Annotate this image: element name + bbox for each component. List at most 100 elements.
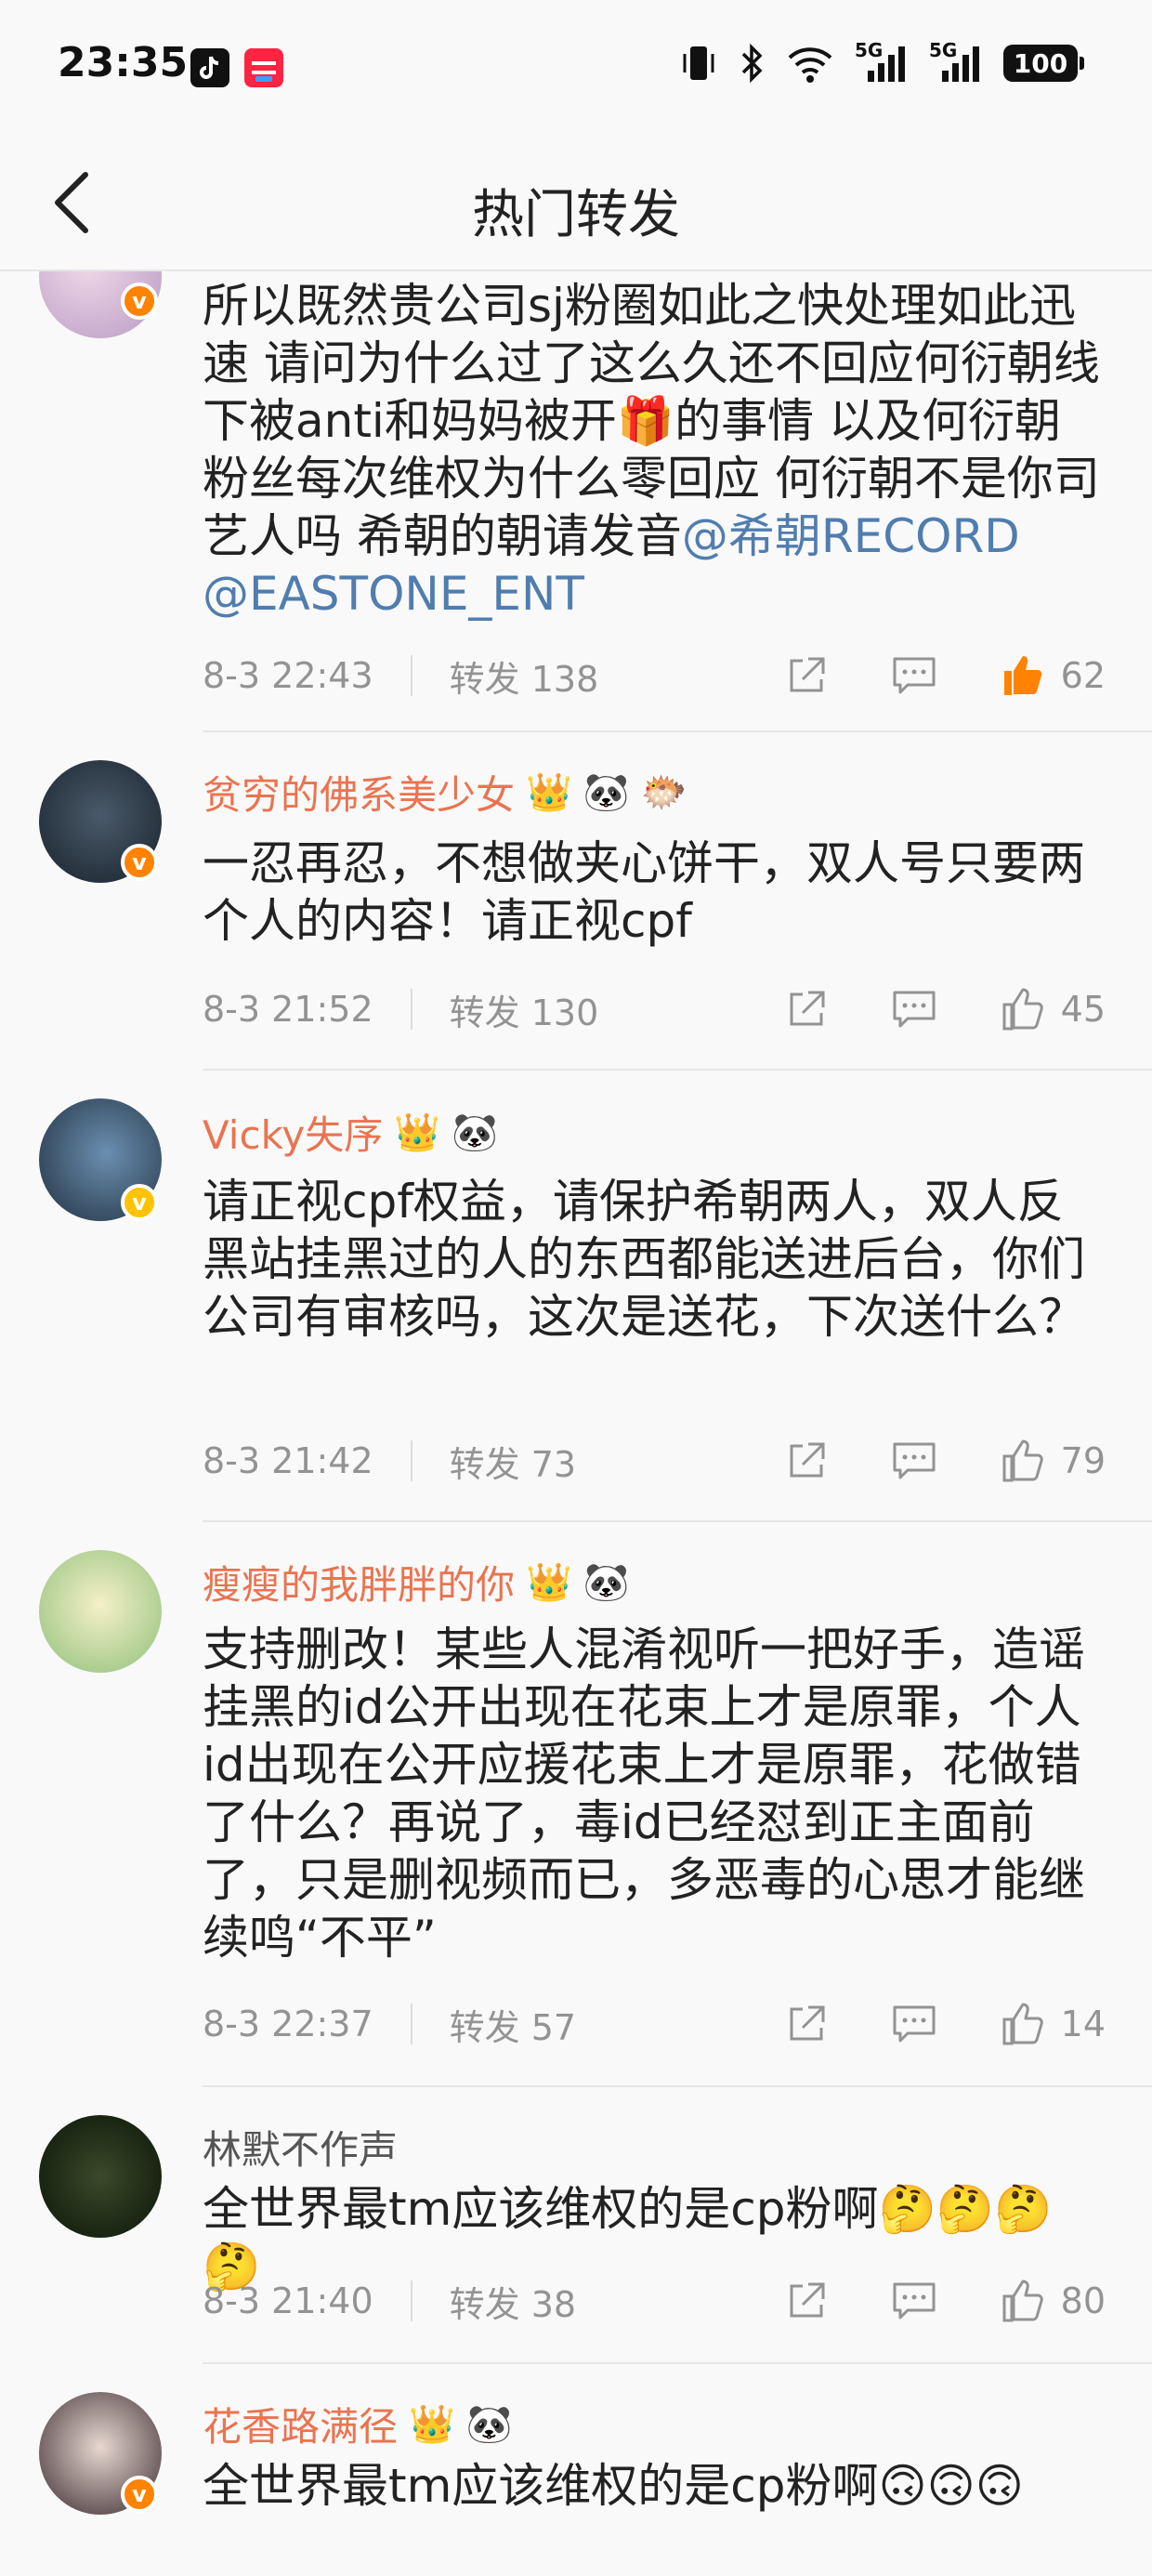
comment-item: 瘦瘦的我胖胖的你 👑 🐼 支持删改！某些人混淆视听一把好手，造谣挂黑的id公开出… [0, 1522, 1152, 2087]
nav-bar: 热门转发 [0, 139, 1152, 271]
comment-item: v 花香路满径 👑 🐼 全世界最tm应该维权的是cp粉啊🙃🙃🙃 [0, 2364, 1152, 2576]
comment-meta: 8-3 22:37 转发 57 14 [203, 1996, 1106, 2052]
thumbs-up-icon [1002, 2003, 1043, 2045]
avatar[interactable] [39, 2115, 162, 2238]
status-bar: 23:35 5G 5G 100 [0, 0, 1152, 139]
comment-actions: 62 [779, 648, 1106, 703]
comment-meta: 8-3 21:42 转发 73 79 [203, 1433, 1106, 1489]
comment-meta: 8-3 22:43 转发 138 62 [203, 648, 1106, 703]
divider [410, 1440, 412, 1481]
comment-item: v Vicky失序 👑 🐼 请正视cpf权益，请保护希朝两人，双人反黑站挂黑过的… [0, 1071, 1152, 1522]
xiaohongshu-icon [244, 48, 283, 87]
comment-actions: 14 [779, 1996, 1106, 2052]
crown-badge-icon: 👑 [526, 770, 572, 814]
panda-badge-icon: 🐼 [465, 2402, 513, 2446]
pufferfish-badge-icon: 🐡 [640, 770, 687, 814]
comment-item: v 贫穷的佛系美少女 👑 🐼 🐡 一忍再忍，不想做夹心饼干，双人号只要两个人的内… [0, 732, 1152, 1071]
comment-actions: 45 [779, 981, 1106, 1037]
share-icon [790, 2282, 825, 2318]
repost-count[interactable]: 转发 38 [450, 2276, 576, 2327]
comment-date: 8-3 21:42 [203, 1440, 373, 1481]
username[interactable]: 林默不作声 [203, 2119, 398, 2175]
cell-signal-2-icon: 5G [929, 39, 983, 84]
tiktok-icon [190, 48, 229, 87]
battery-indicator: 100 [1003, 45, 1084, 82]
like-count: 45 [1060, 989, 1106, 1030]
comment-actions: 80 [779, 2273, 1106, 2329]
comment-text: 全世界最tm应该维权的是cp粉啊🙃🙃🙃 [203, 2459, 1024, 2513]
like-button[interactable] [994, 1996, 1050, 2052]
panda-badge-icon: 🐼 [583, 770, 630, 814]
comment-icon [893, 2282, 936, 2320]
crown-badge-icon: 👑 [409, 2402, 455, 2446]
share-button[interactable] [779, 981, 834, 1037]
thumbs-up-icon [1002, 988, 1043, 1031]
like-count: 79 [1060, 1440, 1106, 1481]
like-button[interactable] [994, 648, 1050, 703]
verified-badge-icon: v [121, 844, 158, 881]
comment-meta: 8-3 21:40 转发 38 80 [203, 2273, 1106, 2329]
repost-feed[interactable]: v 所以既然贵公司sj粉圈如此之快处理如此迅速 请问为什么过了这么久还不回应何衍… [0, 271, 1152, 2576]
comment-item: 林默不作声 全世界最tm应该维权的是cp粉啊🤔🤔🤔🤔 8-3 21:40 转发 … [0, 2087, 1152, 2364]
divider [410, 655, 412, 696]
divider [410, 2004, 412, 2044]
status-indicators: 5G 5G 100 [680, 39, 1084, 84]
share-button[interactable] [779, 1996, 834, 2052]
page-title: 热门转发 [472, 185, 680, 245]
comment-date: 8-3 21:40 [203, 2280, 373, 2321]
comment-text: 一忍再忍，不想做夹心饼干，双人号只要两个人的内容！请正视cpf [203, 836, 1085, 948]
crown-badge-icon: 👑 [394, 1111, 441, 1154]
repost-count[interactable]: 转发 130 [450, 984, 599, 1035]
comment-button[interactable] [886, 1433, 942, 1489]
comment-text: 请正视cpf权益，请保护希朝两人，双人反黑站挂黑过的人的东西都能送进后台，你们公… [203, 1175, 1085, 1344]
share-icon [790, 2005, 825, 2041]
verified-badge-icon: v [121, 2476, 158, 2513]
comment-icon [893, 991, 936, 1028]
like-count: 62 [1060, 655, 1106, 696]
share-button[interactable] [779, 1433, 834, 1489]
share-icon [790, 991, 825, 1026]
repost-count[interactable]: 转发 57 [450, 1999, 576, 2050]
comment-icon [893, 1442, 936, 1479]
repost-count[interactable]: 转发 73 [450, 1436, 576, 1487]
comment-date: 8-3 22:43 [203, 655, 373, 696]
comment-button[interactable] [886, 981, 942, 1037]
comment-icon [893, 657, 936, 694]
comment-button[interactable] [886, 648, 942, 703]
username[interactable]: 花香路满径 👑 🐼 [203, 2396, 513, 2452]
crown-badge-icon: 👑 [526, 1560, 572, 1604]
avatar[interactable] [39, 1550, 162, 1673]
comment-item: v 所以既然贵公司sj粉圈如此之快处理如此迅速 请问为什么过了这么久还不回应何衍… [0, 271, 1152, 732]
like-button[interactable] [994, 981, 1050, 1037]
comment-meta: 8-3 21:52 转发 130 45 [203, 981, 1106, 1037]
panda-badge-icon: 🐼 [452, 1111, 498, 1154]
comment-actions: 79 [779, 1433, 1106, 1489]
wifi-icon [788, 47, 832, 83]
comment-button[interactable] [886, 1996, 942, 2052]
verified-badge-icon: v [121, 1184, 158, 1221]
verified-badge-icon: v [121, 283, 158, 320]
repost-count[interactable]: 转发 138 [450, 651, 599, 702]
comment-text: 所以既然贵公司sj粉圈如此之快处理如此迅速 请问为什么过了这么久还不回应何衍朝线… [203, 279, 1100, 621]
thumbs-up-icon [1002, 2280, 1043, 2322]
share-button[interactable] [779, 648, 834, 703]
divider [410, 2280, 412, 2321]
thumbs-up-filled-icon [1004, 656, 1042, 695]
username[interactable]: 贫穷的佛系美少女 👑 🐼 🐡 [203, 764, 687, 821]
share-button[interactable] [779, 2273, 834, 2329]
divider [410, 989, 412, 1030]
comment-button[interactable] [886, 2273, 942, 2329]
username[interactable]: 瘦瘦的我胖胖的你 👑 🐼 [203, 1554, 630, 1610]
share-icon [790, 657, 825, 692]
like-button[interactable] [994, 2273, 1050, 2329]
thumbs-up-icon [1002, 1439, 1043, 1482]
comment-date: 8-3 22:37 [203, 2004, 373, 2044]
username[interactable]: Vicky失序 👑 🐼 [203, 1104, 498, 1161]
panda-badge-icon: 🐼 [583, 1560, 630, 1604]
comment-icon [893, 2005, 936, 2043]
comment-text: 支持删改！某些人混淆视听一把好手，造谣挂黑的id公开出现在花束上才是原罪，个人i… [203, 1623, 1085, 1965]
vibrate-icon [683, 46, 714, 80]
like-button[interactable] [994, 1433, 1050, 1489]
like-count: 80 [1060, 2280, 1106, 2321]
comment-date: 8-3 21:52 [203, 989, 373, 1030]
